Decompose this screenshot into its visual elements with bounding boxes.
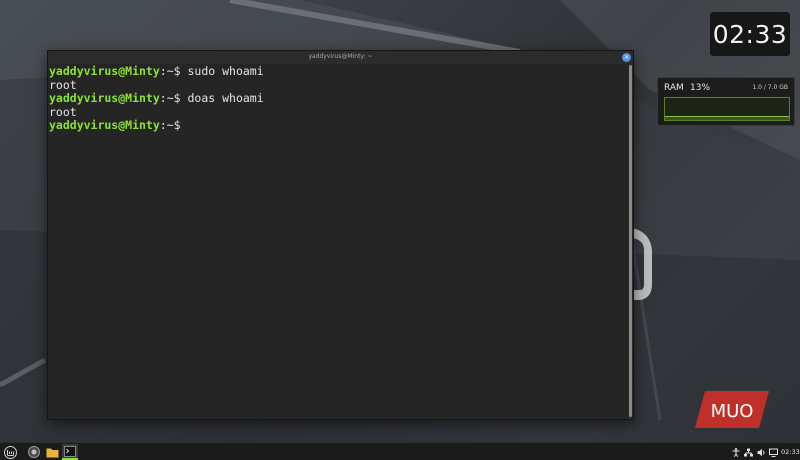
clock-widget-time: 02:33 [712,19,788,49]
terminal-icon [64,445,76,457]
prompt-user: yaddyvirus@Minty [49,64,160,78]
terminal-output[interactable]: yaddyvirus@Minty:~$ sudo whoami root yaddy… [49,64,628,419]
ram-usage-graph [664,97,790,121]
terminal-titlebar[interactable]: yaddyvirus@Minty: ~ ✕ [48,51,633,64]
ram-label: RAM [664,83,684,93]
terminal-line: yaddyvirus@Minty:~$ sudo whoami [49,64,628,79]
prompt-path: :~$ [159,64,181,78]
volume-button[interactable] [756,447,766,457]
desktop: 02:33 RAM 13% 1.0 / 7.0 GB yaddyvirus@Mi… [0,0,800,442]
prompt-user: yaddyvirus@Minty [49,91,160,106]
terminal-line: root [49,104,628,120]
firefox-launcher[interactable] [26,444,42,460]
prompt-user: yaddyvirus@Minty [49,118,160,133]
terminal-launcher[interactable] [62,444,78,460]
ram-percent: 13% [690,83,711,93]
muo-watermark-text: MUO [711,401,754,422]
command-text: sudo whoami [180,64,264,78]
taskbar-clock[interactable]: 02:33 [781,448,800,456]
terminal-line: root [49,77,628,93]
display-button[interactable] [768,447,778,457]
output-text: root [49,104,77,119]
ram-monitor-widget: RAM 13% 1.0 / 7.0 GB [657,77,795,126]
ram-usage-fill [665,116,789,120]
display-icon [768,448,778,457]
prompt-path: :~$ [159,118,181,133]
close-button[interactable]: ✕ [622,53,631,62]
terminal-line: yaddyvirus@Minty:~$ doas whoami [49,91,628,106]
accessibility-icon [732,447,740,457]
accessibility-button[interactable] [731,447,741,457]
menu-button[interactable] [2,444,18,460]
ram-amount: 1.0 / 7.0 GB [752,84,788,91]
network-icon [743,448,753,456]
prompt-path: :~$ [159,91,181,106]
close-icon: ✕ [623,54,630,61]
terminal-title: yaddyvirus@Minty: ~ [308,53,373,60]
muo-watermark: MUO [695,391,769,428]
volume-icon [757,448,765,456]
command-text: doas whoami [180,91,264,106]
output-text: root [49,77,77,92]
folder-icon [46,448,58,457]
terminal-scrollbar-thumb[interactable] [629,65,632,417]
files-launcher[interactable] [44,444,60,460]
terminal-window[interactable]: yaddyvirus@Minty: ~ ✕ yaddyvirus@Minty:~… [47,50,634,420]
network-button[interactable] [743,447,753,457]
firefox-icon [28,446,40,458]
taskbar: 02:33 [0,442,800,460]
clock-widget: 02:33 [710,12,790,56]
mint-menu-icon [3,445,17,459]
terminal-line: yaddyvirus@Minty:~$ [49,119,628,133]
